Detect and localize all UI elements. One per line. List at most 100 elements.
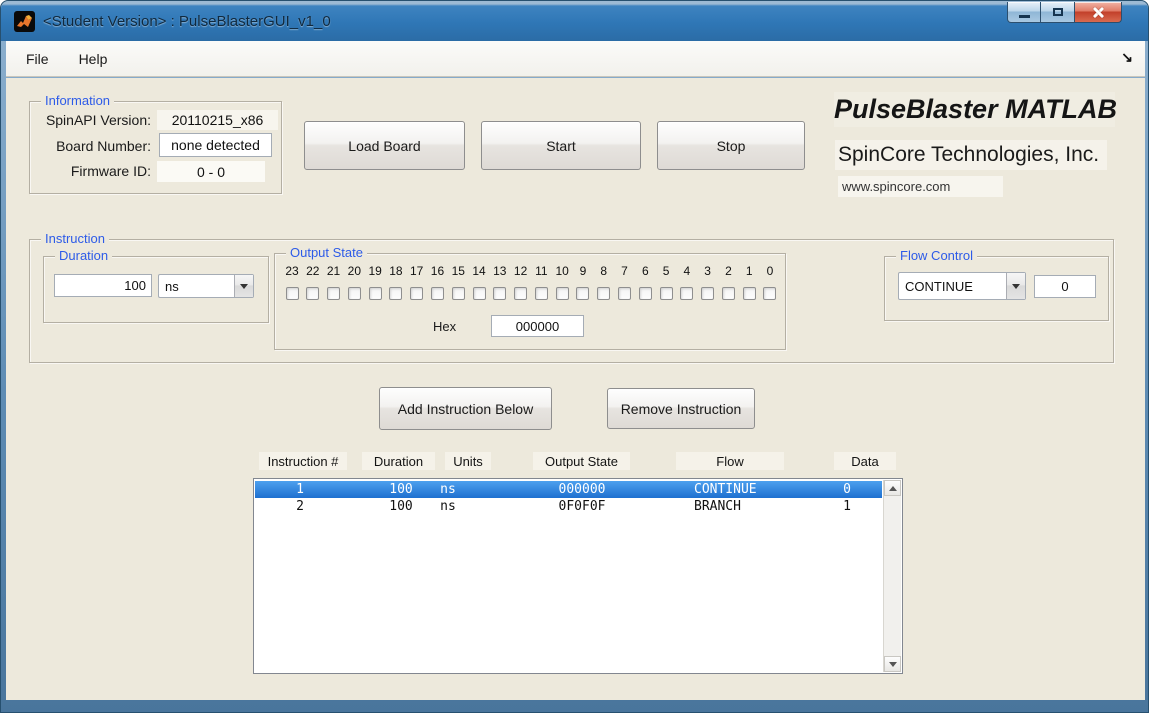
scroll-up-button[interactable]	[884, 480, 901, 496]
hex-field[interactable]: 000000	[491, 315, 584, 337]
remove-instruction-button[interactable]: Remove Instruction	[607, 388, 755, 429]
output-bit-9: 9	[573, 264, 593, 308]
bit-checkbox-0[interactable]	[763, 287, 777, 300]
output-bit-15: 15	[448, 264, 468, 308]
cell-units: ns	[440, 499, 456, 514]
duration-field[interactable]: 100	[54, 274, 152, 297]
output-bit-10: 10	[552, 264, 572, 308]
bit-checkbox-14[interactable]	[472, 287, 486, 300]
bit-checkbox-3[interactable]	[701, 287, 715, 300]
dock-arrow-icon[interactable]: ↘	[1121, 49, 1133, 66]
bit-checkbox-18[interactable]	[389, 287, 403, 300]
bit-number-label: 20	[347, 264, 362, 278]
header-output-state: Output State	[533, 452, 630, 470]
board-number-field[interactable]: none detected	[159, 133, 272, 157]
header-instruction-number: Instruction #	[259, 452, 347, 470]
output-bit-16: 16	[427, 264, 447, 308]
flow-control-dropdown[interactable]: CONTINUE	[898, 272, 1026, 300]
chevron-down-icon	[1012, 283, 1020, 289]
bit-number-label: 18	[389, 264, 403, 278]
stop-button[interactable]: Stop	[657, 121, 805, 170]
scroll-down-button[interactable]	[884, 656, 901, 672]
bit-checkbox-8[interactable]	[597, 287, 611, 300]
bit-number-label: 16	[430, 264, 445, 278]
cell-data: 0	[843, 482, 851, 497]
output-bit-5: 5	[656, 264, 676, 308]
bit-checkbox-9[interactable]	[576, 287, 590, 300]
bit-checkbox-21[interactable]	[327, 287, 341, 300]
bit-checkbox-15[interactable]	[451, 287, 465, 300]
spinapi-version-label: SpinAPI Version:	[45, 112, 151, 128]
bit-number-label: 13	[493, 264, 507, 278]
output-bit-14: 14	[469, 264, 489, 308]
brand-company: SpinCore Technologies, Inc.	[835, 140, 1107, 170]
window-title: <Student Version> : PulseBlasterGUI_v1_0	[43, 12, 331, 30]
flow-control-value: CONTINUE	[905, 278, 973, 294]
bit-checkbox-17[interactable]	[410, 287, 424, 300]
table-row-1[interactable]: 1 100 ns 000000 CONTINUE 0	[255, 481, 882, 498]
bit-number-label: 19	[368, 264, 382, 278]
firmware-id-label: Firmware ID:	[70, 163, 151, 179]
bit-checkbox-4[interactable]	[680, 287, 694, 300]
bit-checkbox-2[interactable]	[721, 287, 735, 300]
close-button[interactable]	[1075, 2, 1122, 23]
cell-output: 000000	[558, 482, 606, 497]
duration-units-dropdown-button[interactable]	[234, 275, 253, 297]
listbox-scrollbar[interactable]	[883, 480, 901, 672]
cell-num: 2	[296, 499, 304, 514]
bit-checkbox-23[interactable]	[285, 287, 299, 300]
spinapi-version-value: 20110215_x86	[157, 110, 278, 130]
load-board-button[interactable]: Load Board	[304, 121, 465, 170]
bit-number-label: 7	[621, 264, 628, 278]
output-bit-12: 12	[511, 264, 531, 308]
duration-units-dropdown[interactable]: ns	[158, 274, 254, 298]
flow-control-dropdown-button[interactable]	[1006, 273, 1025, 299]
bit-checkbox-1[interactable]	[742, 287, 756, 300]
instruction-listbox[interactable]: 1 100 ns 000000 CONTINUE 0 2 100 ns 0F0F0F BRANCH 1	[253, 478, 903, 674]
output-bit-23: 23	[282, 264, 302, 308]
bit-checkbox-19[interactable]	[368, 287, 382, 300]
maximize-button[interactable]	[1041, 2, 1075, 23]
bit-checkbox-20[interactable]	[347, 287, 361, 300]
bit-checkbox-11[interactable]	[534, 287, 548, 300]
board-number-label: Board Number:	[56, 138, 151, 154]
add-instruction-button[interactable]: Add Instruction Below	[379, 387, 552, 430]
output-bit-8: 8	[594, 264, 614, 308]
bit-checkbox-10[interactable]	[555, 287, 569, 300]
bit-checkbox-13[interactable]	[493, 287, 507, 300]
bit-checkbox-12[interactable]	[514, 287, 528, 300]
bit-number-label: 23	[285, 264, 299, 278]
output-bit-21: 21	[324, 264, 344, 308]
bit-checkbox-7[interactable]	[618, 287, 631, 300]
close-icon	[1093, 7, 1103, 17]
output-bit-13: 13	[490, 264, 510, 308]
output-bit-3: 3	[698, 264, 718, 308]
bit-number-label: 14	[472, 264, 486, 278]
bit-number-label: 17	[410, 264, 424, 278]
header-data: Data	[834, 452, 896, 470]
header-units: Units	[445, 452, 491, 470]
arrow-up-icon	[888, 485, 897, 491]
information-panel-title: Information	[41, 93, 115, 108]
bit-checkbox-5[interactable]	[659, 287, 673, 300]
start-button[interactable]: Start	[481, 121, 641, 170]
app-window: <Student Version> : PulseBlasterGUI_v1_0…	[0, 0, 1149, 713]
bit-checkbox-16[interactable]	[430, 287, 444, 300]
bit-number-label: 8	[600, 264, 608, 278]
bit-number-label: 22	[306, 264, 320, 278]
menu-help[interactable]: Help	[69, 47, 118, 71]
titlebar[interactable]: <Student Version> : PulseBlasterGUI_v1_0	[1, 1, 1148, 41]
table-row-2[interactable]: 2 100 ns 0F0F0F BRANCH 1	[255, 498, 882, 515]
instruction-panel-title: Instruction	[41, 231, 109, 246]
menu-file[interactable]: File	[16, 47, 59, 71]
chevron-down-icon	[240, 283, 248, 289]
output-bit-20: 20	[344, 264, 364, 308]
bit-number-label: 10	[555, 264, 569, 278]
bit-number-label: 1	[745, 264, 753, 278]
flow-data-field[interactable]: 0	[1034, 275, 1096, 298]
output-bit-22: 22	[303, 264, 323, 308]
bit-checkbox-22[interactable]	[306, 287, 320, 300]
bit-checkbox-6[interactable]	[638, 287, 652, 300]
brand-website: www.spincore.com	[838, 176, 1003, 197]
minimize-button[interactable]	[1007, 2, 1041, 23]
